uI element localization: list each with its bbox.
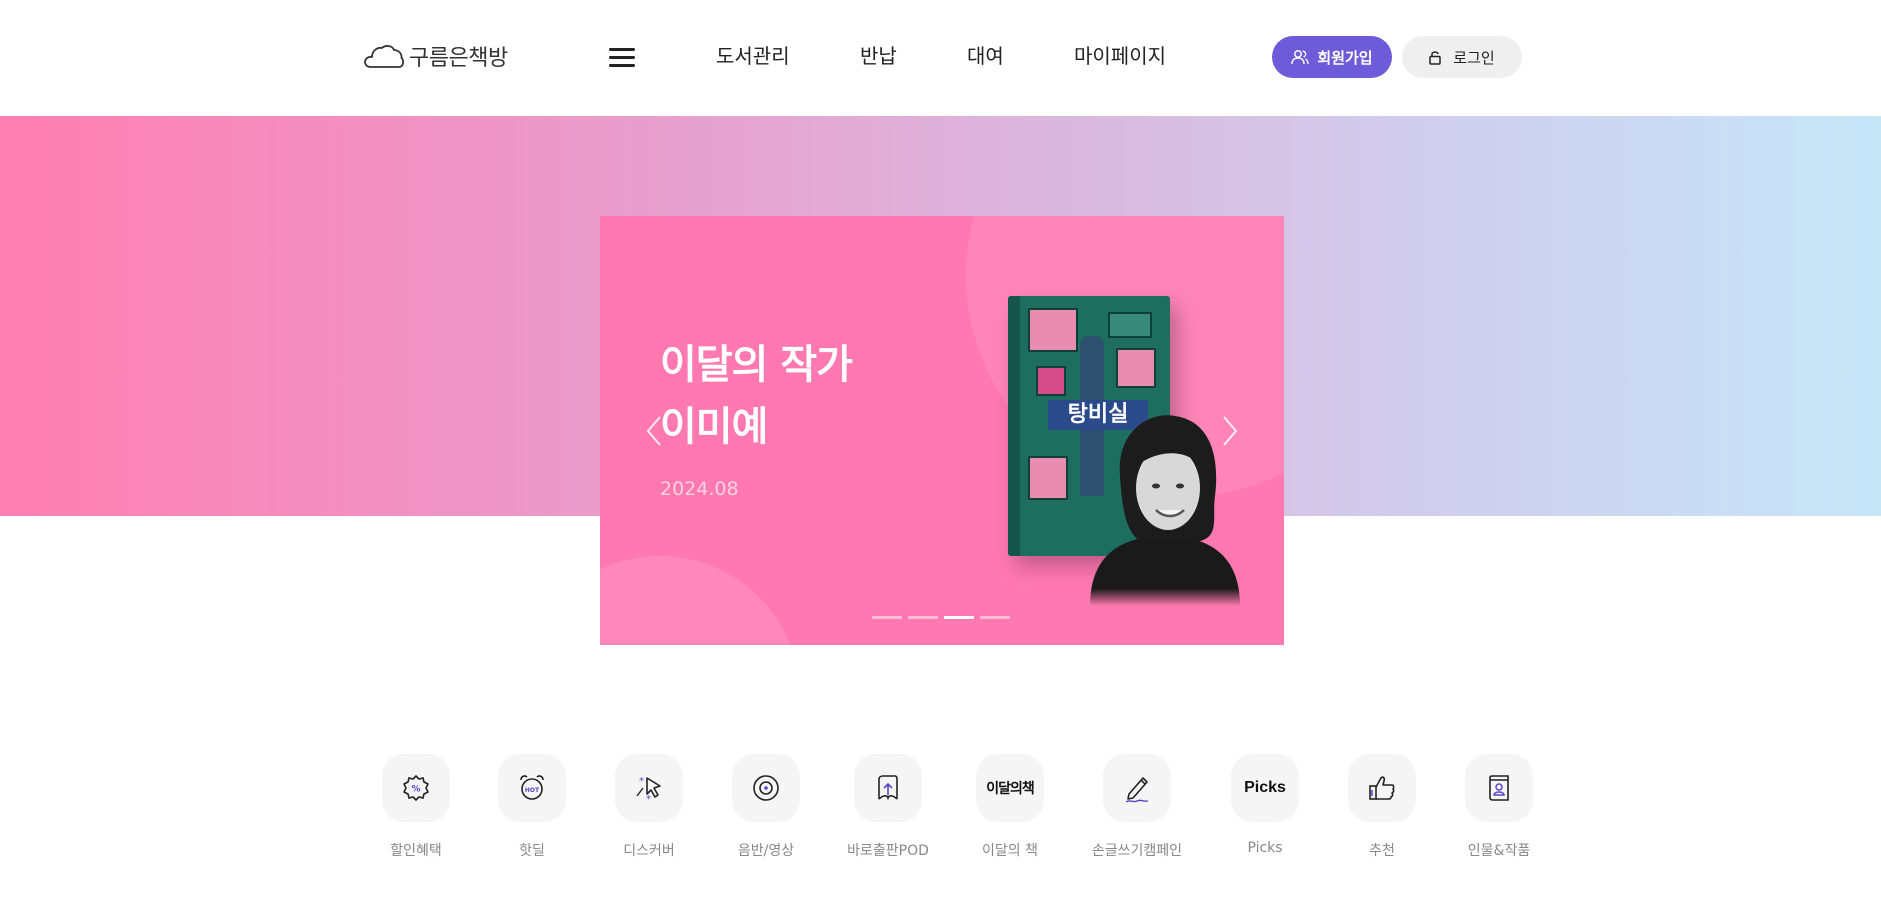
category-label: Picks [1247, 840, 1283, 856]
category-label: 핫딜 [519, 843, 545, 859]
login-label: 로그인 [1453, 48, 1495, 67]
login-button[interactable]: 로그인 [1402, 36, 1522, 78]
slide-dot-1[interactable] [872, 616, 902, 619]
category-label: 음반/영상 [737, 843, 795, 859]
lock-icon [1429, 50, 1442, 65]
category-month-book[interactable]: 이달의책 이달의 책 [960, 754, 1060, 860]
category-handwriting[interactable]: 손글쓰기캠페인 [1087, 754, 1187, 860]
cloud-icon [364, 45, 405, 68]
slide-title: 이달의 작가 이미예 [660, 334, 853, 458]
menu-hamburger-button[interactable] [609, 47, 635, 67]
category-person-work[interactable]: 인물&작품 [1449, 754, 1549, 860]
header: 구름은책방 도서관리 반납 대여 마이페이지 회원가입 로그인 [0, 0, 1881, 116]
slide-dot-2[interactable] [908, 616, 938, 619]
signup-button[interactable]: 회원가입 [1272, 36, 1392, 78]
svg-text:HOT: HOT [525, 787, 540, 794]
svg-text:*: * [646, 794, 651, 804]
category-disc[interactable]: 음반/영상 [716, 754, 816, 860]
month-book-icon: 이달의책 [976, 754, 1044, 822]
category-shortcuts: % 할인혜택 HOT 핫딜 * * 디스커버 음반/영상 바로출판POD 이달의… [366, 754, 1533, 864]
alarm-clock-hot-icon: HOT [498, 754, 566, 822]
category-discount[interactable]: % 할인혜택 [366, 754, 466, 860]
month-book-icon-text: 이달의책 [986, 781, 1035, 797]
category-label: 바로출판POD [847, 843, 929, 859]
hero-slide[interactable]: 이달의 작가 이미예 2024.08 탕비실 [600, 216, 1284, 645]
pen-icon [1103, 754, 1171, 822]
decorative-circle [600, 556, 800, 645]
nav-item-return[interactable]: 반납 [860, 40, 897, 72]
disc-icon [732, 754, 800, 822]
category-label: 이달의 책 [982, 843, 1038, 859]
cursor-sparkle-icon: * * [615, 754, 683, 822]
category-discover[interactable]: * * 디스커버 [599, 754, 699, 860]
slide-title-line1: 이달의 작가 [660, 342, 853, 388]
slide-title-line2: 이미예 [660, 404, 768, 450]
slide-prev-arrow-icon[interactable] [642, 411, 666, 451]
nav-item-mypage[interactable]: 마이페이지 [1074, 40, 1166, 72]
category-label: 추천 [1369, 843, 1395, 859]
picks-icon: Picks [1231, 754, 1299, 822]
users-icon [1291, 50, 1310, 65]
nav-item-rent[interactable]: 대여 [967, 40, 1004, 72]
category-label: 인물&작품 [1467, 843, 1531, 859]
category-label: 손글쓰기캠페인 [1091, 843, 1183, 859]
category-picks[interactable]: Picks Picks [1215, 754, 1315, 856]
person-book-icon [1465, 754, 1533, 822]
slide-dot-4[interactable] [980, 616, 1010, 619]
nav-item-book-management[interactable]: 도서관리 [716, 40, 790, 72]
category-label: 할인혜택 [390, 843, 442, 859]
slide-pagination [872, 616, 1010, 619]
thumbs-up-icon [1348, 754, 1416, 822]
slide-next-arrow-icon[interactable] [1218, 411, 1242, 451]
svg-text:%: % [411, 785, 420, 795]
slide-date: 2024.08 [660, 478, 739, 500]
category-recommend[interactable]: 추천 [1332, 754, 1432, 860]
picks-icon-text: Picks [1244, 779, 1286, 796]
svg-text:*: * [639, 776, 644, 787]
discount-icon: % [382, 754, 450, 822]
category-hotdeal[interactable]: HOT 핫딜 [482, 754, 582, 860]
slide-dot-3-active[interactable] [944, 616, 974, 619]
logo[interactable]: 구름은책방 [363, 40, 508, 72]
logo-text: 구름은책방 [409, 46, 508, 71]
upload-book-icon [854, 754, 922, 822]
signup-label: 회원가입 [1317, 48, 1373, 67]
category-label: 디스커버 [623, 843, 675, 859]
category-pod[interactable]: 바로출판POD [838, 754, 938, 860]
